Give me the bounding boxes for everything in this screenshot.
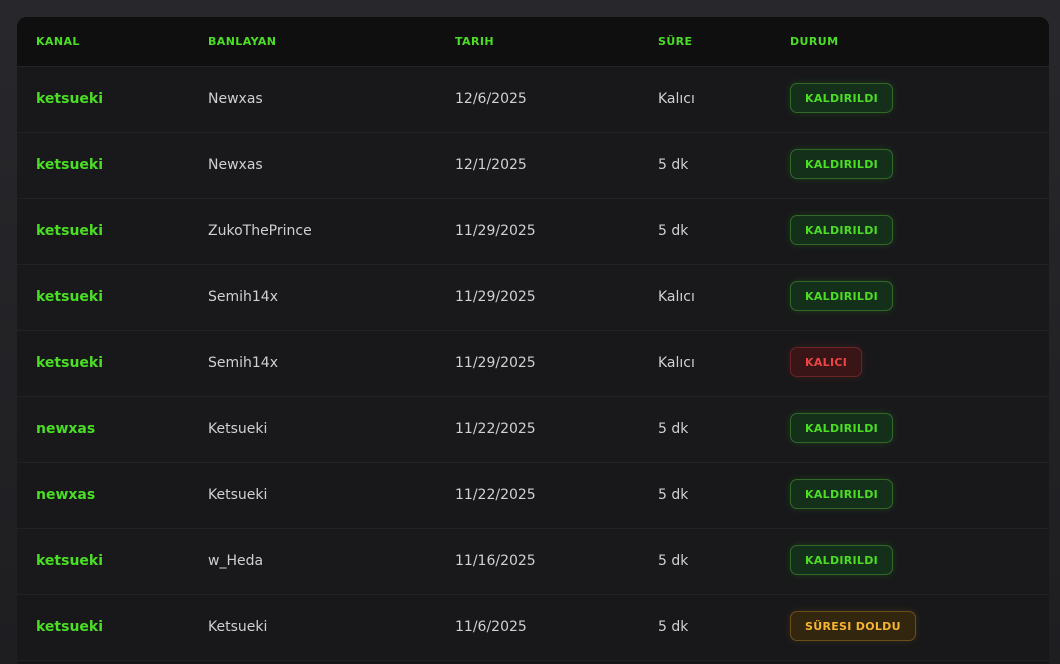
ban-date: 11/16/2025 [455, 553, 536, 569]
header-durum[interactable]: DURUM [790, 17, 838, 66]
status-badge: KALDIRILDI [790, 149, 894, 179]
channel-name[interactable]: ketsueki [36, 331, 103, 396]
ban-duration: Kalıcı [658, 289, 695, 305]
status-badge: SÜRESI DOLDU [790, 611, 916, 641]
table-row[interactable]: ketsueki ZukoThePrince 11/29/2025 5 dk KALDI… [17, 199, 1049, 265]
channel-name[interactable]: ketsueki [36, 199, 103, 264]
ban-date: 11/29/2025 [455, 289, 536, 305]
ban-date: 11/29/2025 [455, 355, 536, 371]
banned-by: Ketsueki [208, 421, 268, 437]
ban-date: 12/1/2025 [455, 157, 527, 173]
ban-duration: 5 dk [658, 223, 689, 239]
table-row[interactable]: ketsueki Ketsueki 11/6/2025 5 dk SÜRESI DOLD… [17, 595, 1049, 661]
ban-duration: 5 dk [658, 619, 689, 635]
banned-by: ZukoThePrince [208, 223, 312, 239]
channel-name[interactable]: ketsueki [36, 67, 103, 132]
status-badge: KALDIRILDI [790, 413, 894, 443]
status-badge: KALDIRILDI [790, 83, 894, 113]
header-sure[interactable]: SÜRE [658, 17, 692, 66]
header-tarih[interactable]: TARIH [455, 17, 494, 66]
header-banlayan[interactable]: BANLAYAN [208, 17, 276, 66]
table-row[interactable]: ketsueki Semih14x 11/29/2025 Kalıcı KALICI [17, 331, 1049, 397]
ban-date: 11/22/2025 [455, 487, 536, 503]
ban-duration: Kalıcı [658, 91, 695, 107]
banned-by: w_Heda [208, 553, 264, 569]
ban-duration: Kalıcı [658, 355, 695, 371]
table-row[interactable]: ketsueki Newxas 12/1/2025 5 dk KALDIRILDI [17, 133, 1049, 199]
banned-by: Newxas [208, 91, 263, 107]
ban-duration: 5 dk [658, 487, 689, 503]
ban-duration: 5 dk [658, 157, 689, 173]
channel-name[interactable]: newxas [36, 397, 95, 462]
table-row[interactable]: ketsueki w_Heda 11/16/2025 5 dk KALDIRILDI [17, 529, 1049, 595]
ban-date: 11/6/2025 [455, 619, 527, 635]
banned-by: Ketsueki [208, 619, 268, 635]
banned-by: Semih14x [208, 289, 278, 305]
ban-date: 11/22/2025 [455, 421, 536, 437]
banned-by: Ketsueki [208, 487, 268, 503]
status-badge: KALDIRILDI [790, 479, 894, 509]
page: KANAL BANLAYAN TARIH SÜRE DURUM ketsueki… [0, 0, 1060, 664]
ban-duration: 5 dk [658, 421, 689, 437]
ban-date: 12/6/2025 [455, 91, 527, 107]
status-badge: KALDIRILDI [790, 545, 894, 575]
status-badge: KALDIRILDI [790, 215, 894, 245]
banned-by: Semih14x [208, 355, 278, 371]
status-badge: KALDIRILDI [790, 281, 894, 311]
table-row[interactable]: newxas Ketsueki 11/22/2025 5 dk KALDIRILDI [17, 397, 1049, 463]
header-kanal[interactable]: KANAL [36, 17, 80, 66]
channel-name[interactable]: ketsueki [36, 265, 103, 330]
channel-name[interactable]: ketsueki [36, 529, 103, 594]
table-header: KANAL BANLAYAN TARIH SÜRE DURUM [17, 17, 1049, 67]
ban-date: 11/29/2025 [455, 223, 536, 239]
ban-history-table: KANAL BANLAYAN TARIH SÜRE DURUM ketsueki… [17, 17, 1049, 664]
ban-duration: 5 dk [658, 553, 689, 569]
channel-name[interactable]: ketsueki [36, 133, 103, 198]
channel-name[interactable]: ketsueki [36, 595, 103, 660]
channel-name[interactable]: newxas [36, 463, 95, 528]
status-badge: KALICI [790, 347, 863, 377]
table-row[interactable]: ketsueki Semih14x 11/29/2025 Kalıcı KALDIRIL… [17, 265, 1049, 331]
table-row[interactable]: ketsueki Newxas 12/6/2025 Kalıcı KALDIRILDI [17, 67, 1049, 133]
banned-by: Newxas [208, 157, 263, 173]
table-body: ketsueki Newxas 12/6/2025 Kalıcı KALDIRILDI k… [17, 67, 1049, 661]
table-row[interactable]: newxas Ketsueki 11/22/2025 5 dk KALDIRILDI [17, 463, 1049, 529]
